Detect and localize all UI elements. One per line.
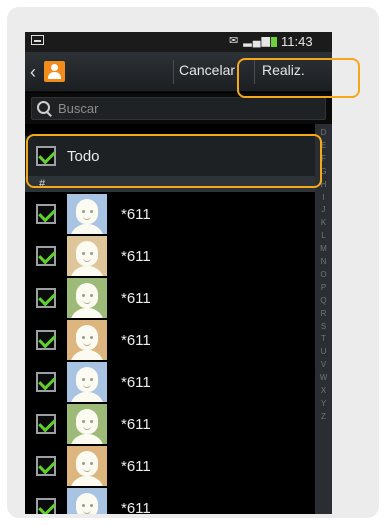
index-letter[interactable]: X — [315, 386, 332, 395]
select-all-checkbox[interactable] — [36, 146, 56, 166]
index-letter[interactable]: D — [315, 128, 332, 137]
avatar — [67, 194, 107, 234]
index-letter[interactable]: V — [315, 360, 332, 369]
contact-name: *611 — [121, 458, 151, 475]
index-letter[interactable]: Z — [315, 412, 332, 421]
contact-name: *611 — [121, 374, 151, 391]
select-all-label: Todo — [67, 148, 100, 165]
contact-name: *611 — [121, 416, 151, 433]
alphabet-index-bar[interactable]: DEFGHIJKLMNOPQRSTUVWXYZ — [315, 124, 332, 514]
status-time: 11:43 — [281, 34, 313, 49]
avatar — [67, 446, 107, 486]
avatar — [67, 488, 107, 514]
avatar — [67, 278, 107, 318]
search-box[interactable] — [31, 97, 326, 120]
contact-row[interactable]: *611 — [25, 488, 315, 514]
status-bar: ✉ ▂▄▆ 11:43 — [25, 32, 332, 52]
avatar — [67, 362, 107, 402]
index-letter[interactable]: Y — [315, 399, 332, 408]
contact-checkbox[interactable] — [36, 498, 56, 514]
contact-list[interactable]: Todo # *611 *611 *611 *611 *611 *611 *611 *611 — [25, 124, 315, 514]
index-letter[interactable]: T — [315, 334, 332, 343]
contact-row[interactable]: *611 — [25, 362, 315, 402]
action-bar: ‹ Cancelar Realiz. — [25, 52, 332, 92]
contact-row[interactable]: *611 — [25, 320, 315, 360]
index-letter[interactable]: G — [315, 167, 332, 176]
index-letter[interactable]: U — [315, 347, 332, 356]
index-letter[interactable]: O — [315, 270, 332, 279]
contact-row[interactable]: *611 — [25, 194, 315, 234]
index-letter[interactable]: Q — [315, 296, 332, 305]
battery-icon — [271, 37, 277, 47]
contact-checkbox[interactable] — [36, 288, 56, 308]
contact-checkbox[interactable] — [36, 330, 56, 350]
contact-checkbox[interactable] — [36, 456, 56, 476]
index-letter[interactable]: S — [315, 322, 332, 331]
index-letter[interactable]: R — [315, 309, 332, 318]
action-divider — [254, 60, 255, 84]
section-header: # — [25, 176, 315, 192]
contact-checkbox[interactable] — [36, 372, 56, 392]
index-letter[interactable]: E — [315, 141, 332, 150]
index-letter[interactable]: L — [315, 231, 332, 240]
index-letter[interactable]: F — [315, 154, 332, 163]
index-letter[interactable]: N — [315, 257, 332, 266]
contact-name: *611 — [121, 290, 151, 307]
search-icon — [37, 101, 51, 115]
index-letter[interactable]: K — [315, 218, 332, 227]
cancel-button[interactable]: Cancelar — [179, 62, 235, 78]
index-letter[interactable]: J — [315, 205, 332, 214]
index-letter[interactable]: H — [315, 180, 332, 189]
contact-checkbox[interactable] — [36, 246, 56, 266]
contact-checkbox[interactable] — [36, 204, 56, 224]
contact-row[interactable]: *611 — [25, 404, 315, 444]
done-button[interactable]: Realiz. — [262, 62, 305, 78]
index-letter[interactable]: P — [315, 283, 332, 292]
contact-name: *611 — [121, 248, 151, 265]
contact-checkbox[interactable] — [36, 414, 56, 434]
phone-screen: ✉ ▂▄▆ 11:43 ‹ Cancelar Realiz. Todo # *6… — [25, 32, 332, 514]
search-bar — [25, 93, 332, 124]
action-divider — [173, 60, 174, 84]
contact-name: *611 — [121, 500, 151, 514]
index-letter[interactable]: M — [315, 244, 332, 253]
contact-name: *611 — [121, 206, 151, 223]
avatar — [67, 236, 107, 276]
index-letter[interactable]: I — [315, 193, 332, 202]
avatar — [67, 320, 107, 360]
contact-row[interactable]: *611 — [25, 236, 315, 276]
contacts-app-icon — [44, 61, 65, 82]
select-all-row[interactable]: Todo — [25, 136, 315, 176]
avatar — [67, 404, 107, 444]
index-letter[interactable]: W — [315, 373, 332, 382]
contact-row[interactable]: *611 — [25, 446, 315, 486]
back-chevron-icon[interactable]: ‹ — [30, 62, 44, 82]
search-input[interactable] — [58, 100, 318, 117]
signal-icons: ✉ ▂▄▆ — [229, 35, 271, 47]
contact-row[interactable]: *611 — [25, 278, 315, 318]
screenshot-notification-icon — [31, 35, 44, 45]
contact-name: *611 — [121, 332, 151, 349]
